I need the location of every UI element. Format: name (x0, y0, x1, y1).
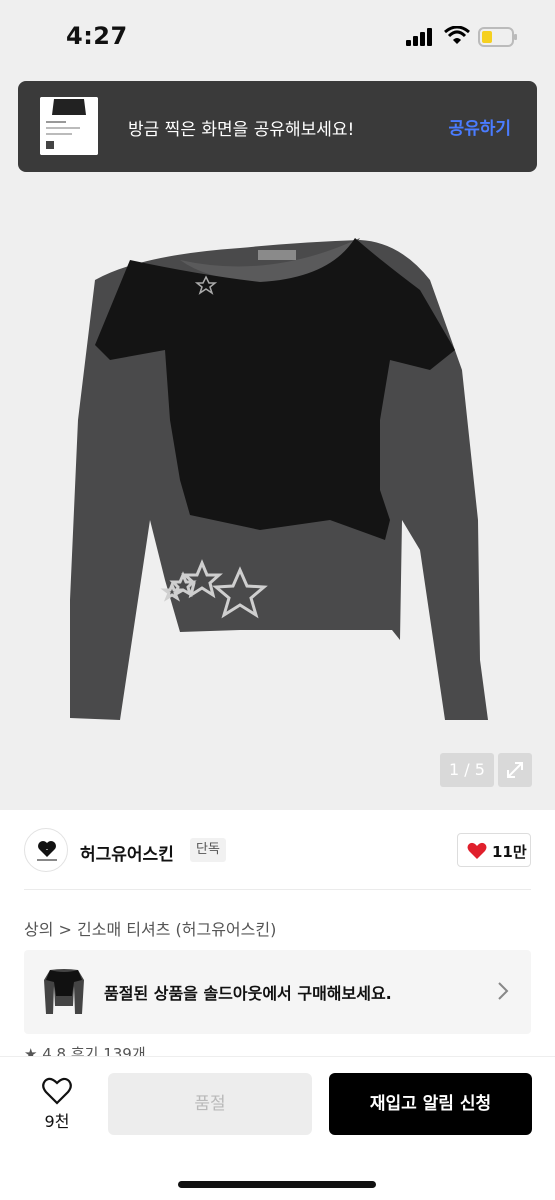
signal-icon (406, 28, 432, 46)
expand-button[interactable] (498, 753, 532, 787)
share-toast: 방금 찍은 화면을 공유해보세요! 공유하기 (18, 81, 537, 172)
soldout-message: 품절된 상품을 솔드아웃에서 구매해보세요. (104, 984, 392, 1003)
product-page: 4:27 방금 찍은 화면을 공유해보세요! 공유하기 1 / 5 허그유어스킨… (0, 0, 555, 1200)
brand-like-button[interactable]: 11만 (457, 833, 531, 867)
restock-alert-button[interactable]: 재입고 알림 신청 (329, 1073, 532, 1135)
heart-outline-icon (42, 1077, 72, 1105)
image-pager: 1 / 5 (440, 753, 494, 787)
brand-like-count: 11만 (492, 843, 527, 861)
heart-icon (467, 842, 487, 859)
soldout-button[interactable]: 품절 (108, 1073, 312, 1135)
screenshot-thumbnail[interactable] (40, 97, 98, 155)
brand-name[interactable]: 허그유어스킨 (80, 840, 174, 865)
chevron-right-icon (498, 982, 509, 1000)
soldout-thumbnail (44, 969, 84, 1014)
expand-icon (507, 762, 523, 778)
toast-message: 방금 찍은 화면을 공유해보세요! (128, 120, 355, 140)
wifi-icon (444, 26, 470, 44)
bottom-action-bar: 9천 품절 재입고 알림 신청 (0, 1056, 555, 1200)
rating-summary[interactable]: ★ 4.8 후기 139개 (24, 1043, 146, 1057)
soldout-banner[interactable]: 품절된 상품을 솔드아웃에서 구매해보세요. (24, 950, 531, 1034)
brand-logo[interactable] (24, 828, 68, 872)
status-bar: 4:27 (0, 0, 555, 72)
share-button[interactable]: 공유하기 (448, 114, 511, 139)
home-indicator (178, 1181, 376, 1188)
wishlist-button[interactable] (40, 1077, 74, 1109)
divider (24, 889, 531, 890)
battery-icon (478, 27, 517, 47)
exclusive-badge: 단독 (190, 838, 226, 862)
wishlist-count: 9천 (44, 1112, 70, 1131)
screenshot-thumbnail-image (40, 97, 98, 155)
brand-logo-image (37, 841, 57, 861)
status-time: 4:27 (66, 22, 128, 50)
product-shirt-image (70, 238, 488, 720)
breadcrumb[interactable]: 상의 > 긴소매 티셔츠 (허그유어스킨) (24, 916, 276, 940)
